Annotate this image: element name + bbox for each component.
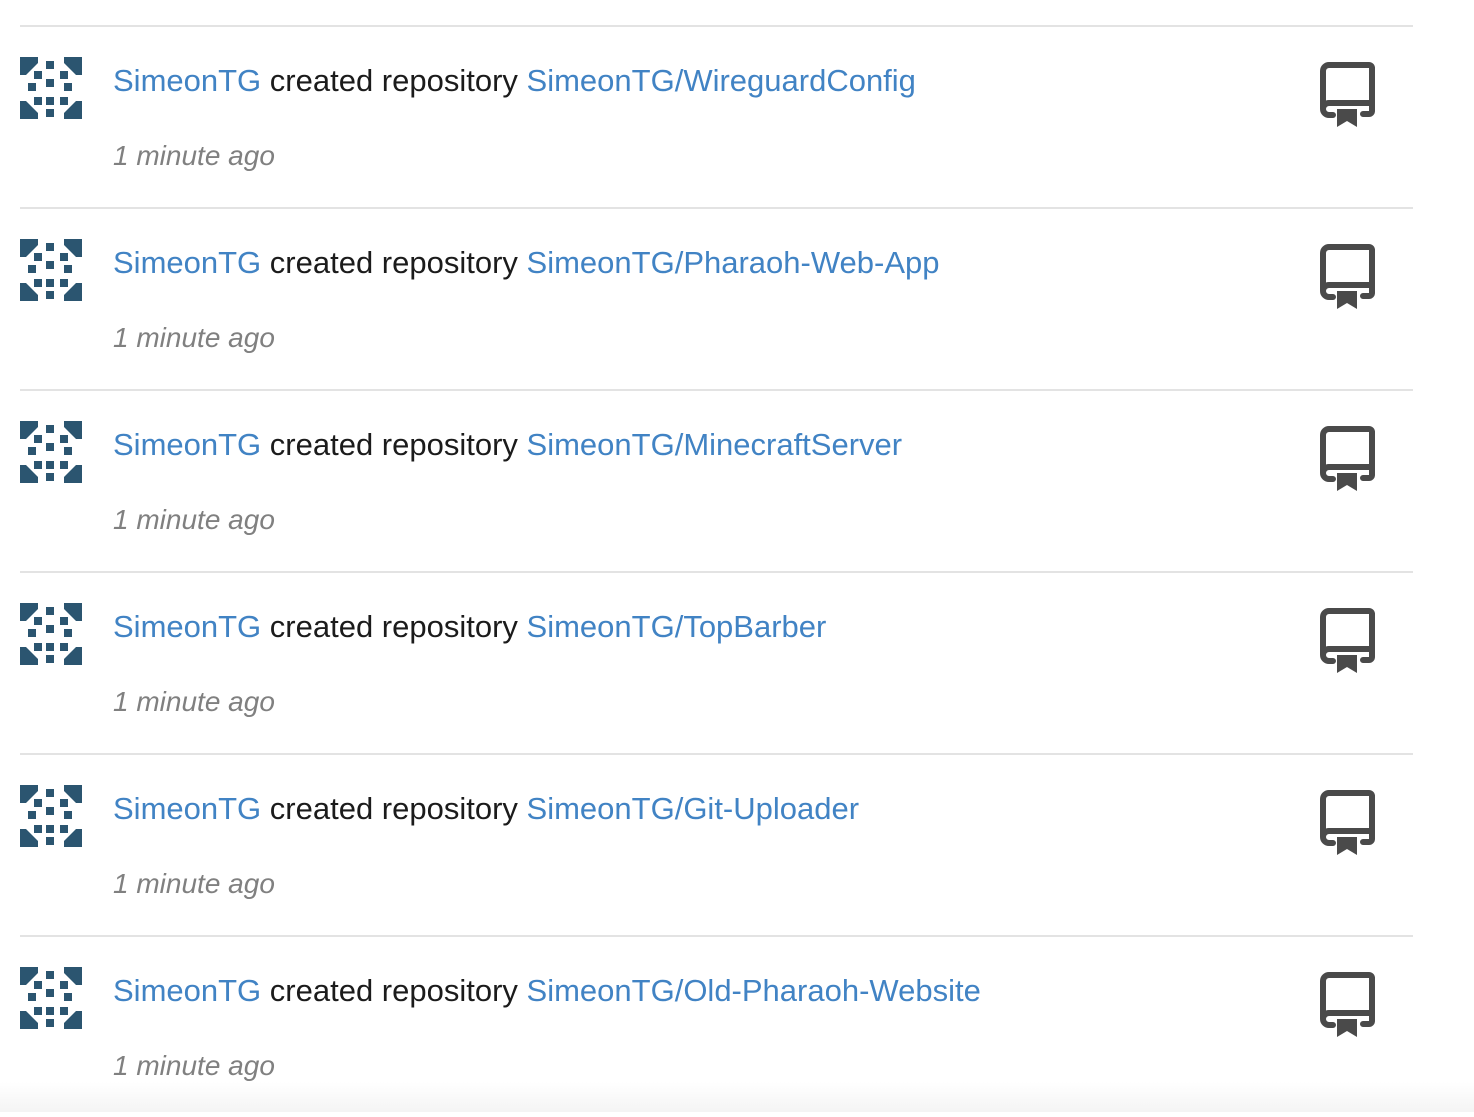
activity-feed: SimeonTG created repository SimeonTG/Wir… — [20, 25, 1413, 1117]
timestamp: 1 minute ago — [113, 1050, 275, 1081]
user-avatar[interactable] — [20, 603, 82, 665]
user-avatar[interactable] — [20, 967, 82, 1029]
action-text: created repository — [269, 63, 518, 98]
repo-icon — [1319, 243, 1375, 311]
repo-icon — [1319, 61, 1375, 129]
action-text: created repository — [269, 609, 518, 644]
timestamp: 1 minute ago — [113, 140, 275, 171]
user-avatar[interactable] — [20, 239, 82, 301]
action-text: created repository — [269, 427, 518, 462]
repo-icon — [1319, 789, 1375, 857]
feed-item: SimeonTG created repository SimeonTG/Min… — [20, 389, 1413, 571]
feed-item-headline: SimeonTG created repository SimeonTG/Pha… — [113, 245, 940, 281]
feed-item-headline: SimeonTG created repository SimeonTG/Old… — [113, 973, 981, 1009]
repo-link[interactable]: SimeonTG/Old-Pharaoh-Website — [527, 973, 981, 1008]
user-avatar[interactable] — [20, 785, 82, 847]
repo-link[interactable]: SimeonTG/MinecraftServer — [527, 427, 903, 462]
feed-item-headline: SimeonTG created repository SimeonTG/Git… — [113, 791, 859, 827]
repo-link[interactable]: SimeonTG/Git-Uploader — [527, 791, 860, 826]
user-link[interactable]: SimeonTG — [113, 427, 261, 462]
timestamp: 1 minute ago — [113, 868, 275, 899]
user-avatar[interactable] — [20, 421, 82, 483]
feed-item: SimeonTG created repository SimeonTG/Wir… — [20, 25, 1413, 207]
user-avatar[interactable] — [20, 57, 82, 119]
repo-link[interactable]: SimeonTG/WireguardConfig — [527, 63, 916, 98]
repo-icon — [1319, 971, 1375, 1039]
user-link[interactable]: SimeonTG — [113, 245, 261, 280]
timestamp: 1 minute ago — [113, 504, 275, 535]
repo-link[interactable]: SimeonTG/TopBarber — [527, 609, 827, 644]
repo-icon — [1319, 607, 1375, 675]
feed-item: SimeonTG created repository SimeonTG/Top… — [20, 571, 1413, 753]
feed-item: SimeonTG created repository SimeonTG/Git… — [20, 753, 1413, 935]
feed-item-headline: SimeonTG created repository SimeonTG/Wir… — [113, 63, 916, 99]
action-text: created repository — [269, 245, 518, 280]
feed-item-headline: SimeonTG created repository SimeonTG/Min… — [113, 427, 902, 463]
timestamp: 1 minute ago — [113, 686, 275, 717]
user-link[interactable]: SimeonTG — [113, 609, 261, 644]
timestamp: 1 minute ago — [113, 322, 275, 353]
user-link[interactable]: SimeonTG — [113, 973, 261, 1008]
action-text: created repository — [269, 973, 518, 1008]
user-link[interactable]: SimeonTG — [113, 63, 261, 98]
action-text: created repository — [269, 791, 518, 826]
feed-item: SimeonTG created repository SimeonTG/Old… — [20, 935, 1413, 1117]
feed-item: SimeonTG created repository SimeonTG/Pha… — [20, 207, 1413, 389]
repo-link[interactable]: SimeonTG/Pharaoh-Web-App — [527, 245, 940, 280]
user-link[interactable]: SimeonTG — [113, 791, 261, 826]
repo-icon — [1319, 425, 1375, 493]
feed-item-headline: SimeonTG created repository SimeonTG/Top… — [113, 609, 826, 645]
